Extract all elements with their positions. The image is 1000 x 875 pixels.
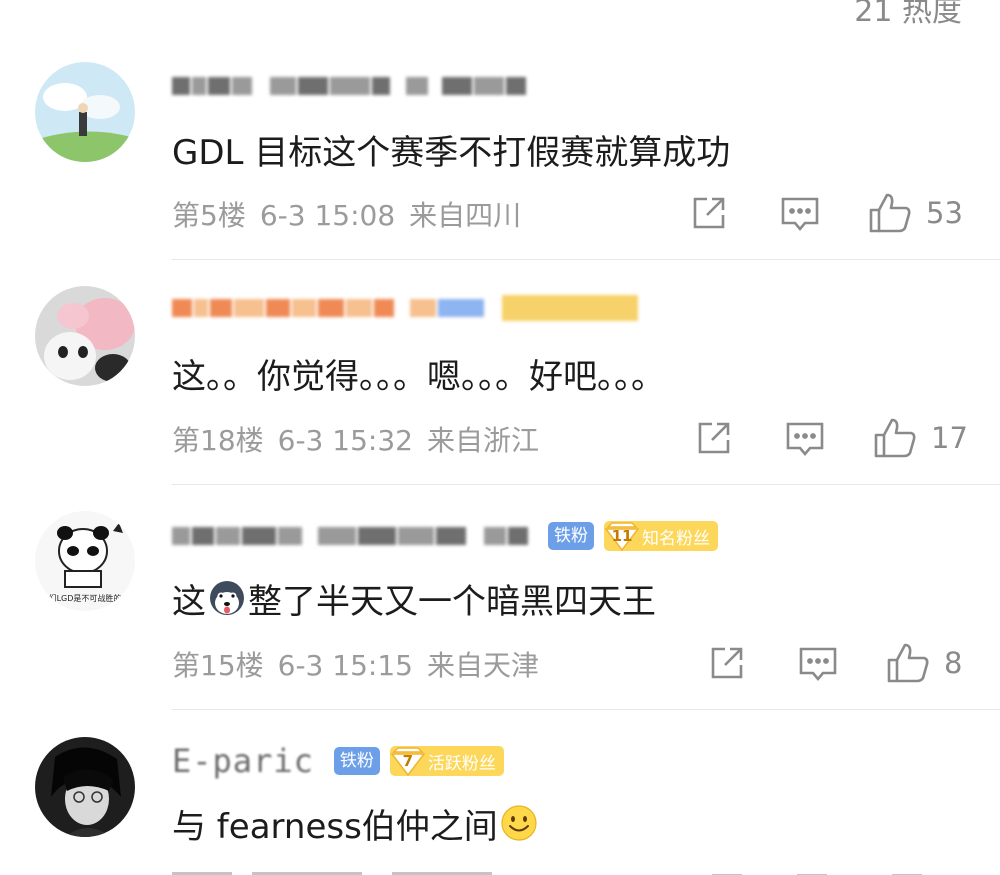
username-row: E-paric 铁粉 7 活跃粉丝 <box>172 741 504 781</box>
like-icon <box>869 193 911 233</box>
like-button[interactable]: 53 <box>868 192 963 234</box>
avatar[interactable]: 们LGD是不可战胜的 <box>35 511 135 611</box>
comment-text: 这 整了半天又一个暗黑四天王 <box>172 575 656 622</box>
floor-number: 第18楼 <box>172 424 264 457</box>
iron-fan-badge[interactable]: 铁粉 <box>548 522 594 550</box>
comment-location: 来自四川 <box>409 199 522 232</box>
comment-meta: 第15楼 6-3 15:15 来自天津 <box>172 644 553 684</box>
like-button[interactable]: 8 <box>886 642 962 684</box>
divider <box>172 709 1000 710</box>
share-button[interactable] <box>690 194 728 232</box>
fan-level-badge[interactable]: 11 知名粉丝 <box>604 521 718 551</box>
share-icon <box>698 422 730 454</box>
fan-level-label: 知名粉丝 <box>642 528 710 549</box>
comment-text: 这。。你觉得。。。嗯。。。好吧。。。 <box>172 356 665 397</box>
avatar[interactable] <box>35 62 135 162</box>
comment-text: GDL 目标这个赛季不打假赛就算成功 <box>172 132 731 173</box>
fan-level-icon: 11 <box>604 521 640 551</box>
divider <box>172 259 1000 260</box>
like-count: 17 <box>931 421 968 455</box>
like-icon <box>887 643 929 683</box>
divider <box>172 484 1000 485</box>
comment-location: 来自浙江 <box>426 424 539 457</box>
username-blurred[interactable] <box>172 288 638 328</box>
comment-meta: 第18楼 6-3 15:32 来自浙江 <box>172 419 553 459</box>
fan-level-icon: 7 <box>390 746 426 776</box>
reply-icon <box>786 422 824 457</box>
reply-icon <box>781 197 819 232</box>
comment-time: 6-3 15:08 <box>259 199 396 232</box>
username-blurred[interactable] <box>172 527 528 545</box>
avatar[interactable] <box>35 737 135 837</box>
reply-icon <box>799 647 837 682</box>
reply-button[interactable] <box>785 419 825 459</box>
comment-text: 与 fearness伯仲之间 <box>172 800 540 847</box>
smile-emoji-icon <box>501 805 537 841</box>
fan-level-label: 活跃粉丝 <box>427 753 496 774</box>
comment-meta: 第5楼 6-3 15:08 来自四川 <box>172 194 535 234</box>
fan-level-badge[interactable]: 7 活跃粉丝 <box>389 746 504 776</box>
share-button[interactable] <box>708 644 746 682</box>
avatar-caption: 们LGD是不可战胜的 <box>49 593 122 603</box>
share-icon <box>693 197 725 229</box>
comment-location: 来自天津 <box>426 649 539 682</box>
share-button[interactable] <box>695 419 733 457</box>
comment-time: 6-3 15:15 <box>277 649 413 682</box>
partial-meta-row <box>172 860 952 875</box>
share-icon <box>711 647 743 679</box>
iron-fan-badge[interactable]: 铁粉 <box>333 747 380 775</box>
reply-button[interactable] <box>798 644 838 684</box>
username-blurred[interactable] <box>172 66 526 106</box>
like-count: 53 <box>926 196 963 230</box>
comment-time: 6-3 15:32 <box>277 424 413 457</box>
reply-button[interactable] <box>780 194 820 234</box>
username-row: 铁粉 11 知名粉丝 <box>172 516 718 556</box>
avatar[interactable] <box>35 286 135 386</box>
like-icon <box>874 418 916 458</box>
like-count: 8 <box>944 646 963 680</box>
partial-sort-label: 21 热度 <box>854 0 962 29</box>
husky-emoji-icon <box>210 581 244 615</box>
username[interactable]: E-paric <box>172 742 314 780</box>
floor-number: 第5楼 <box>172 199 246 232</box>
floor-number: 第15楼 <box>172 649 264 682</box>
like-button[interactable]: 17 <box>873 417 968 459</box>
